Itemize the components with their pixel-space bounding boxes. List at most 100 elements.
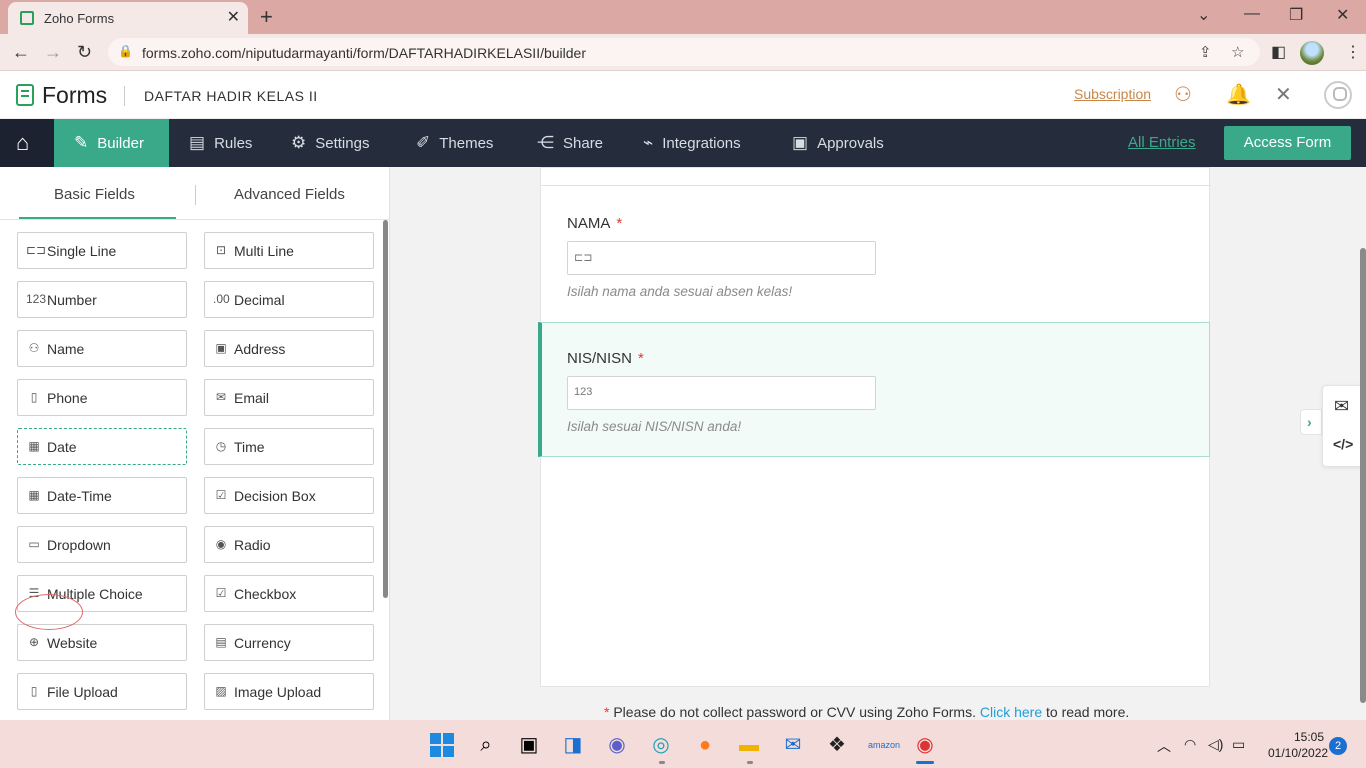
file-explorer-icon[interactable]: ▬ (736, 732, 762, 758)
field-checkbox[interactable]: ☑ Checkbox (204, 575, 374, 612)
browser-tab[interactable]: Zoho Forms ✕ (8, 2, 248, 34)
close-tab-icon[interactable]: ✕ (227, 7, 240, 27)
amazon-icon[interactable]: amazon (868, 732, 900, 758)
file-upload-icon: ▯ (30, 684, 38, 698)
taskbar-clock[interactable]: 15:05 01/10/2022 (1268, 729, 1328, 761)
field-email[interactable]: ✉ Email (204, 379, 374, 416)
maximize-icon[interactable]: ❐ (1289, 5, 1303, 25)
browser-menu-icon[interactable]: ⋮ (1345, 42, 1361, 62)
task-view-icon[interactable]: ▣ (516, 732, 542, 758)
search-icon[interactable]: ⌕ (473, 732, 499, 758)
field-date-time[interactable]: ▦ Date-Time (17, 477, 187, 514)
home-button[interactable]: ⌂ (0, 119, 54, 167)
field-label: Website (47, 635, 98, 651)
notification-badge[interactable]: 2 (1329, 737, 1347, 755)
form-title[interactable]: DAFTAR HADIR KELAS II (144, 88, 318, 104)
nav-settings[interactable]: ⚙ Settings (291, 119, 369, 167)
tab-basic-fields[interactable]: Basic Fields (54, 186, 135, 203)
footnote-tail: to read more. (1042, 704, 1130, 720)
fields-panel: Basic Fields Advanced Fields ⊏⊐ Single Li… (0, 167, 390, 720)
user-avatar[interactable] (1324, 81, 1352, 109)
new-tab-icon[interactable]: + (260, 4, 273, 30)
wifi-icon[interactable]: ◠ (1184, 736, 1196, 753)
close-window-icon[interactable]: ✕ (1336, 5, 1349, 25)
edge-icon[interactable]: ◎ (648, 732, 674, 758)
click-here-link[interactable]: Click here (980, 704, 1042, 720)
forward-icon[interactable]: → (44, 42, 62, 63)
tools-icon[interactable]: ✕ (1275, 82, 1292, 107)
nav-share[interactable]: ⋲ Share (537, 119, 603, 167)
url-text: forms.zoho.com/niputudarmayanti/form/DAF… (142, 45, 587, 61)
name-icon: ⚇ (28, 341, 40, 355)
image-upload-icon: ▨ (215, 684, 227, 698)
nama-field-label[interactable]: NAMA * (567, 215, 622, 232)
single-line-icon: ⊏⊐ (574, 252, 593, 264)
nama-input[interactable]: ⊏⊐ (567, 241, 876, 275)
decision-box-icon: ☑ (215, 488, 227, 502)
tray-overflow-icon[interactable]: ︿ (1157, 736, 1171, 756)
field-label: Phone (47, 390, 88, 406)
field-number[interactable]: 123 Number (17, 281, 187, 318)
field-label: Decision Box (234, 488, 316, 504)
nisn-input[interactable]: 123 (567, 376, 876, 410)
field-name[interactable]: ⚇ Name (17, 330, 187, 367)
windows-start-icon[interactable] (430, 733, 454, 757)
gear-icon: ⚙ (291, 133, 307, 152)
zoho-forms-logo[interactable] (16, 84, 34, 106)
subscription-link[interactable]: Subscription (1074, 86, 1151, 102)
dropbox-icon[interactable]: ❖ (824, 732, 850, 758)
field-decision-box[interactable]: ☑ Decision Box (204, 477, 374, 514)
back-icon[interactable]: ← (12, 42, 30, 63)
field-label: Checkbox (234, 586, 297, 602)
bookmark-star-icon[interactable]: ☆ (1231, 43, 1244, 61)
expand-panel-button[interactable]: › (1300, 409, 1322, 435)
field-phone[interactable]: ▯ Phone (17, 379, 187, 416)
minimize-icon[interactable]: — (1244, 5, 1260, 23)
nav-themes[interactable]: ✐ Themes (416, 119, 493, 167)
all-entries-link[interactable]: All Entries (1128, 134, 1196, 151)
referral-icon[interactable]: ⚇ (1174, 82, 1192, 107)
access-form-button[interactable]: Access Form (1224, 126, 1351, 160)
chrome-icon[interactable]: ◉ (912, 732, 938, 758)
share-page-icon[interactable]: ⇪ (1199, 43, 1212, 61)
rules-icon: ▤ (189, 133, 206, 152)
field-currency[interactable]: ▤ Currency (204, 624, 374, 661)
field-time[interactable]: ◷ Time (204, 428, 374, 465)
field-address[interactable]: ▣ Address (204, 330, 374, 367)
browser-profile-avatar[interactable] (1300, 41, 1324, 65)
nav-integrations[interactable]: ⌁ Integrations (643, 119, 741, 167)
field-single-line[interactable]: ⊏⊐ Single Line (17, 232, 187, 269)
volume-icon[interactable]: ◁) (1208, 736, 1223, 753)
nisn-field-label[interactable]: NIS/NISN * (567, 350, 644, 367)
mail-app-icon[interactable]: ✉ (780, 732, 806, 758)
field-date[interactable]: ▦ Date (17, 428, 187, 465)
nav-approvals[interactable]: ▣ Approvals (792, 119, 884, 167)
widgets-icon[interactable]: ◨ (560, 732, 586, 758)
nav-themes-label: Themes (439, 134, 494, 152)
field-multi-line[interactable]: ⊡ Multi Line (204, 232, 374, 269)
field-radio[interactable]: ◉ Radio (204, 526, 374, 563)
teams-chat-icon[interactable]: ◉ (604, 732, 630, 758)
browser-tab-bar: Zoho Forms ✕ + ⌄ — ❐ ✕ (0, 0, 1366, 34)
brand-name[interactable]: Forms (42, 82, 107, 109)
tab-search-icon[interactable]: ⌄ (1197, 5, 1210, 25)
reload-icon[interactable]: ↻ (77, 42, 92, 63)
field-image-upload[interactable]: ▨ Image Upload (204, 673, 374, 710)
field-decimal[interactable]: .00 Decimal (204, 281, 374, 318)
canvas-scrollbar[interactable] (1360, 248, 1366, 703)
fields-panel-scrollbar[interactable] (383, 220, 388, 598)
nav-integrations-label: Integrations (662, 134, 741, 152)
firefox-icon[interactable]: ● (692, 732, 718, 758)
side-panel-icon[interactable]: ◧ (1271, 42, 1286, 62)
nav-builder[interactable]: ✎ Builder (54, 119, 169, 167)
field-label: Address (234, 341, 286, 357)
embed-code-icon[interactable]: </> (1333, 436, 1353, 452)
mail-icon[interactable]: ✉ (1334, 396, 1349, 417)
nav-rules[interactable]: ▤ Rules (189, 119, 252, 167)
bell-icon[interactable]: 🔔 (1226, 82, 1251, 107)
field-file-upload[interactable]: ▯ File Upload (17, 673, 187, 710)
battery-icon[interactable]: ▭ (1232, 736, 1245, 753)
field-dropdown[interactable]: ▭ Dropdown (17, 526, 187, 563)
url-field[interactable]: 🔒 forms.zoho.com/niputudarmayanti/form/D… (108, 38, 1260, 66)
tab-advanced-fields[interactable]: Advanced Fields (234, 186, 345, 203)
